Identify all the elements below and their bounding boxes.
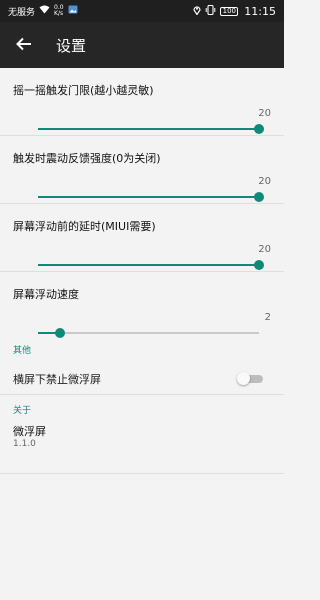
app-bar: 设置 <box>0 22 284 68</box>
arrow-left-icon <box>16 36 32 55</box>
preference-value: 20 <box>258 244 271 255</box>
slider-thumb[interactable] <box>55 328 66 338</box>
seek-preference-vibration-strength: 触发时震动反馈强度(0为关闭) 20 <box>0 136 284 204</box>
slider-thumb[interactable] <box>254 124 264 134</box>
back-button[interactable] <box>6 27 42 63</box>
toggle-knob <box>237 372 250 385</box>
float-speed-slider[interactable] <box>38 328 259 338</box>
slider-thumb[interactable] <box>254 192 264 202</box>
section-header-label: 关于 <box>13 406 32 416</box>
shake-threshold-slider[interactable] <box>38 124 264 134</box>
preference-title: 屏幕浮动前的延时(MIUI需要) <box>13 220 156 233</box>
float-delay-slider[interactable] <box>38 260 264 270</box>
section-header-about: 关于 <box>0 395 284 421</box>
slider-thumb[interactable] <box>254 260 264 270</box>
location-icon <box>193 5 201 18</box>
wifi-icon <box>39 5 50 17</box>
preference-title: 触发时震动反馈强度(0为关闭) <box>13 152 161 165</box>
app-name: 微浮屏 <box>13 425 46 438</box>
slider-track <box>38 332 259 334</box>
vibrate-icon <box>205 4 216 18</box>
preference-title: 横屏下禁止微浮屏 <box>13 373 101 386</box>
seek-preference-float-speed: 屏幕浮动速度 2 <box>0 272 284 339</box>
app-version: 1.1.0 <box>13 439 36 449</box>
preference-title: 摇一摇触发门限(越小越灵敏) <box>13 84 154 97</box>
image-notification-icon <box>68 5 78 17</box>
slider-fill <box>38 196 259 198</box>
battery-icon: 100 <box>220 6 239 16</box>
vibration-strength-slider[interactable] <box>38 192 264 202</box>
preference-title: 屏幕浮动速度 <box>13 288 79 301</box>
slider-fill <box>38 128 259 130</box>
clock-text: 11:15 <box>244 4 276 18</box>
landscape-disable-toggle[interactable] <box>237 372 263 385</box>
network-speed: 0.0 K/s <box>54 4 64 17</box>
slider-fill <box>38 264 259 266</box>
page-title: 设置 <box>56 36 87 55</box>
preference-value: 20 <box>258 176 271 187</box>
status-bar: 无服务 0.0 K/s 100 11:15 <box>0 0 284 22</box>
section-header-label: 其他 <box>13 346 32 356</box>
preference-value: 2 <box>264 312 271 323</box>
seek-preference-shake-threshold: 摇一摇触发门限(越小越灵敏) 20 <box>0 68 284 136</box>
section-header-other: 其他 <box>0 339 284 361</box>
seek-preference-float-delay: 屏幕浮动前的延时(MIUI需要) 20 <box>0 204 284 272</box>
preference-value: 20 <box>258 108 271 119</box>
landscape-disable-preference[interactable]: 横屏下禁止微浮屏 <box>0 361 284 394</box>
carrier-text: 无服务 <box>8 7 36 18</box>
settings-list: 摇一摇触发门限(越小越灵敏) 20 触发时震动反馈强度(0为关闭) 20 屏幕浮… <box>0 68 284 474</box>
about-app-item[interactable]: 微浮屏 1.1.0 <box>0 421 284 474</box>
